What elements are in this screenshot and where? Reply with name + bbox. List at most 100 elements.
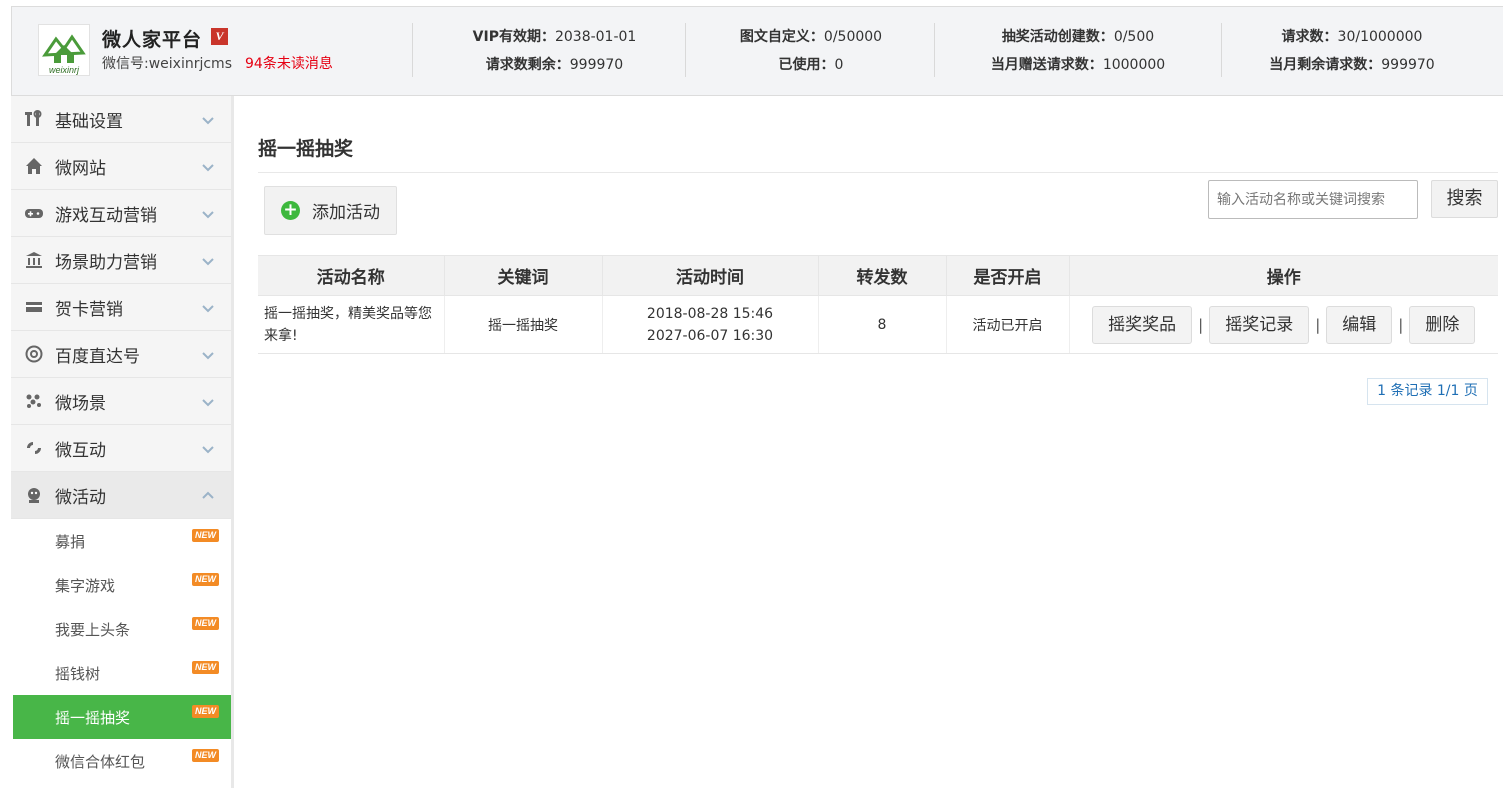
chevron-down-icon bbox=[202, 352, 214, 360]
chevron-down-icon bbox=[202, 211, 214, 219]
sidebar-item-label: 微活动 bbox=[55, 487, 106, 508]
sub-item-money-tree[interactable]: 摇钱树 NEW bbox=[11, 651, 231, 695]
stat-label: 图文自定义： bbox=[739, 29, 824, 45]
records-button[interactable]: 摇奖记录 bbox=[1209, 305, 1310, 344]
new-badge: NEW bbox=[192, 617, 219, 630]
activity-table: 活动名称 关键词 活动时间 转发数 是否开启 操作 摇一摇抽奖，精美奖品等您来拿… bbox=[258, 255, 1498, 354]
sidebar-item-label: 基础设置 bbox=[55, 111, 123, 132]
add-activity-button[interactable]: + 添加活动 bbox=[264, 186, 397, 235]
sub-item-donation[interactable]: 募捐 NEW bbox=[11, 519, 231, 563]
gamepad-icon bbox=[23, 202, 45, 224]
sub-item-label: 募捐 bbox=[55, 532, 86, 551]
sidebar-item-microsite[interactable]: 微网站 bbox=[11, 143, 231, 190]
chevron-down-icon bbox=[202, 305, 214, 313]
add-activity-label: 添加活动 bbox=[312, 203, 380, 223]
home-icon bbox=[23, 155, 45, 177]
sidebar-item-basic-settings[interactable]: 基础设置 bbox=[11, 96, 231, 143]
activity-name: 摇一摇抽奖，精美奖品等您来拿! bbox=[258, 295, 444, 354]
new-badge: NEW bbox=[192, 749, 219, 762]
stat-value: 2038-01-01 bbox=[554, 29, 637, 45]
chevron-down-icon bbox=[202, 446, 214, 454]
stat-requests: 请求数：30/1000000 当月剩余请求数：999970 bbox=[1222, 23, 1482, 77]
divider bbox=[258, 172, 1498, 173]
pagination-info: 1 条记录 1/1 页 bbox=[1367, 378, 1488, 405]
house-logo-icon: weixinrj bbox=[42, 34, 86, 75]
activity-keyword: 摇一摇抽奖 bbox=[443, 295, 602, 354]
sub-item-label: 集字游戏 bbox=[55, 576, 116, 595]
new-badge: NEW bbox=[192, 573, 219, 586]
stat-value: 999970 bbox=[569, 57, 624, 73]
sidebar-item-card-marketing[interactable]: 贺卡营销 bbox=[11, 284, 231, 331]
vip-badge-icon: V bbox=[211, 28, 228, 45]
sidebar-item-scene-marketing[interactable]: 场景助力营销 bbox=[11, 237, 231, 284]
separator: | bbox=[1315, 315, 1321, 334]
stat-label: 请求数剩余： bbox=[485, 57, 570, 73]
brand-name: 微人家平台 bbox=[102, 29, 203, 51]
sidebar-item-label: 贺卡营销 bbox=[55, 299, 123, 320]
table-row: 摇一摇抽奖，精美奖品等您来拿! 摇一摇抽奖 2018-08-28 15:46 2… bbox=[258, 295, 1498, 354]
sub-item-label: 我要上头条 bbox=[55, 620, 131, 639]
column-header: 是否开启 bbox=[945, 255, 1070, 296]
at-icon bbox=[23, 343, 45, 365]
divider bbox=[412, 23, 413, 77]
stat-label: 抽奖活动创建数： bbox=[1001, 29, 1114, 45]
sub-item-label: 摇钱树 bbox=[55, 664, 101, 683]
top-header: weixinrj 微人家平台 V 微信号:weixinrjcms 94条未读消息… bbox=[11, 6, 1503, 96]
actions-cell: 摇奖奖品 | 摇奖记录 | 编辑 | 删除 bbox=[1068, 295, 1498, 354]
new-badge: NEW bbox=[192, 705, 219, 718]
stat-label: 当月剩余请求数： bbox=[1269, 57, 1382, 73]
stat-vip: VIP有效期：2038-01-01 请求数剩余：999970 bbox=[422, 23, 687, 77]
stat-value: 0/500 bbox=[1113, 29, 1155, 45]
stat-value: 1000000 bbox=[1102, 57, 1166, 73]
column-header: 转发数 bbox=[817, 255, 947, 296]
sidebar-item-baidu[interactable]: 百度直达号 bbox=[11, 331, 231, 378]
unread-messages-link[interactable]: 94条未读消息 bbox=[245, 53, 333, 73]
stat-label: 已使用： bbox=[778, 57, 835, 73]
stat-graphic: 图文自定义：0/50000 已使用：0 bbox=[686, 23, 936, 77]
search-input[interactable] bbox=[1208, 180, 1418, 219]
prizes-button[interactable]: 摇奖奖品 bbox=[1092, 305, 1193, 344]
chevron-down-icon bbox=[202, 164, 214, 172]
chevron-up-icon bbox=[202, 491, 214, 499]
new-badge: NEW bbox=[192, 529, 219, 542]
logo[interactable]: weixinrj bbox=[38, 24, 90, 76]
plus-circle-icon: + bbox=[281, 201, 300, 220]
sub-item-headline[interactable]: 我要上头条 NEW bbox=[11, 607, 231, 651]
wechat-id: 微信号:weixinrjcms bbox=[102, 56, 232, 72]
sidebar-item-micro-interact[interactable]: 微互动 bbox=[11, 425, 231, 472]
stat-value: 0/50000 bbox=[823, 29, 883, 45]
table-header-row: 活动名称 关键词 活动时间 转发数 是否开启 操作 bbox=[258, 255, 1498, 296]
sidebar-item-label: 微网站 bbox=[55, 158, 106, 179]
sidebar-scrollbar[interactable] bbox=[231, 96, 234, 788]
activity-icon bbox=[23, 484, 45, 506]
search-button[interactable]: 搜索 bbox=[1431, 180, 1498, 218]
stat-label: 当月赠送请求数： bbox=[990, 57, 1103, 73]
sidebar-item-label: 游戏互动营销 bbox=[55, 205, 157, 226]
sidebar-item-label: 百度直达号 bbox=[55, 346, 140, 367]
edit-button[interactable]: 编辑 bbox=[1326, 305, 1393, 344]
sub-item-red-packet[interactable]: 微信合体红包 NEW bbox=[11, 739, 231, 783]
separator: | bbox=[1198, 315, 1204, 334]
sidebar-item-micro-activity[interactable]: 微活动 bbox=[11, 472, 231, 519]
stat-value: 999970 bbox=[1381, 57, 1435, 73]
column-header: 操作 bbox=[1068, 255, 1498, 296]
bank-icon bbox=[23, 249, 45, 271]
delete-button[interactable]: 删除 bbox=[1409, 305, 1476, 344]
column-header: 关键词 bbox=[443, 255, 603, 296]
sidebar-item-game-marketing[interactable]: 游戏互动营销 bbox=[11, 190, 231, 237]
column-header: 活动名称 bbox=[258, 255, 445, 296]
sidebar: 基础设置 微网站 游戏互动营销 场景助力营销 贺卡营销 百度直达号 微场景 微互… bbox=[11, 96, 231, 788]
stat-label: 请求数： bbox=[1281, 29, 1338, 45]
sub-item-label: 微信合体红包 bbox=[55, 752, 146, 771]
stat-value: 30/1000000 bbox=[1337, 29, 1423, 45]
chevron-down-icon bbox=[202, 117, 214, 125]
stat-label: VIP有效期： bbox=[472, 29, 555, 45]
stat-value: 0 bbox=[834, 57, 844, 73]
sidebar-item-micro-scene[interactable]: 微场景 bbox=[11, 378, 231, 425]
chevron-down-icon bbox=[202, 399, 214, 407]
sub-item-word-collect[interactable]: 集字游戏 NEW bbox=[11, 563, 231, 607]
card-icon bbox=[23, 296, 45, 318]
sidebar-item-label: 场景助力营销 bbox=[55, 252, 157, 273]
sub-item-shake-lottery[interactable]: 摇一摇抽奖 NEW bbox=[13, 695, 231, 739]
logo-text: weixinrj bbox=[49, 65, 80, 75]
